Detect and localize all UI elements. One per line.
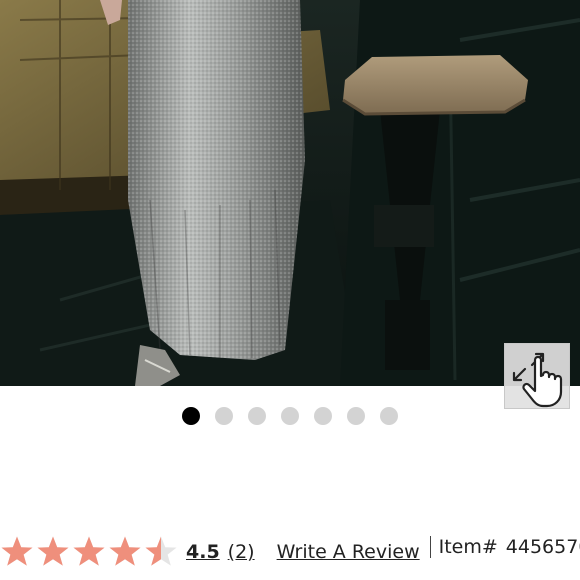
expand-hand-icon [512,352,563,408]
carousel-dot-1[interactable] [182,407,200,425]
star-icon-3 [73,536,105,566]
item-number: 4456570 [505,536,580,558]
write-review-link[interactable]: Write A Review [277,541,420,563]
product-image[interactable] [0,0,580,386]
carousel-dot-7[interactable] [380,407,398,425]
star-icon-5 [145,536,177,566]
star-rating[interactable] [0,535,180,569]
review-count[interactable]: (2) [228,541,255,563]
star-icon-1 [1,536,33,566]
star-icon-4 [109,536,141,566]
divider [429,536,431,558]
item-label: Item# [438,536,498,558]
carousel-dot-4[interactable] [281,407,299,425]
product-photo-graphic [0,0,580,386]
review-summary: 4.5 (2) Write A Review Item# 4456570 [0,532,580,572]
rating-value[interactable]: 4.5 [186,541,220,563]
carousel-dot-3[interactable] [248,407,266,425]
carousel-pagination [0,406,580,426]
carousel-dot-5[interactable] [314,407,332,425]
carousel-dot-2[interactable] [215,407,233,425]
carousel-dot-6[interactable] [347,407,365,425]
star-icon-2 [37,536,69,566]
zoom-button[interactable] [504,343,570,409]
